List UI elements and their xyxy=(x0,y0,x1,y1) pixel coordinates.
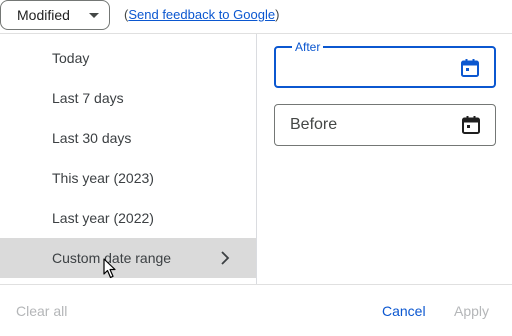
date-preset-menu: Today Last 7 days Last 30 days This year… xyxy=(0,34,256,284)
menu-item-label: Last 7 days xyxy=(52,90,124,106)
feedback-note: (Send feedback to Google) xyxy=(124,7,279,22)
cancel-button[interactable]: Cancel xyxy=(382,303,426,319)
after-date-input[interactable] xyxy=(290,58,454,77)
after-date-field[interactable]: After xyxy=(274,40,496,88)
menu-item-label: Last year (2022) xyxy=(52,210,154,226)
before-field-label: Before xyxy=(290,116,338,133)
modified-chip-label: Modified xyxy=(17,7,70,23)
menu-item-this-year[interactable]: This year (2023) xyxy=(0,158,256,198)
menu-item-last-year[interactable]: Last year (2022) xyxy=(0,198,256,238)
dropdown-caret-icon xyxy=(89,13,99,18)
after-field-label: After xyxy=(292,40,324,54)
mouse-cursor-icon xyxy=(103,258,116,279)
feedback-close-paren: ) xyxy=(275,7,280,22)
date-filter-panel: Today Last 7 days Last 30 days This year… xyxy=(0,33,512,335)
menu-item-custom-date-range[interactable]: Custom date range xyxy=(0,238,256,278)
menu-item-last-7-days[interactable]: Last 7 days xyxy=(0,78,256,118)
before-date-field[interactable]: Before xyxy=(274,104,496,146)
modified-filter-chip[interactable]: Modified xyxy=(0,0,110,30)
top-bar: Modified (Send feedback to Google) xyxy=(0,0,512,32)
clear-all-button[interactable]: Clear all xyxy=(16,303,67,319)
panel-divider-vertical xyxy=(256,34,257,284)
menu-item-label: Today xyxy=(52,50,90,66)
send-feedback-link[interactable]: Send feedback to Google xyxy=(128,7,275,22)
menu-item-today[interactable]: Today xyxy=(0,38,256,78)
menu-item-label: Last 30 days xyxy=(52,130,132,146)
menu-item-label: This year (2023) xyxy=(52,170,154,186)
calendar-icon[interactable] xyxy=(460,58,480,78)
chevron-right-icon xyxy=(221,251,230,265)
calendar-icon[interactable] xyxy=(461,115,481,135)
panel-footer: Clear all Cancel Apply xyxy=(0,285,512,336)
apply-button[interactable]: Apply xyxy=(454,303,489,319)
menu-item-last-30-days[interactable]: Last 30 days xyxy=(0,118,256,158)
